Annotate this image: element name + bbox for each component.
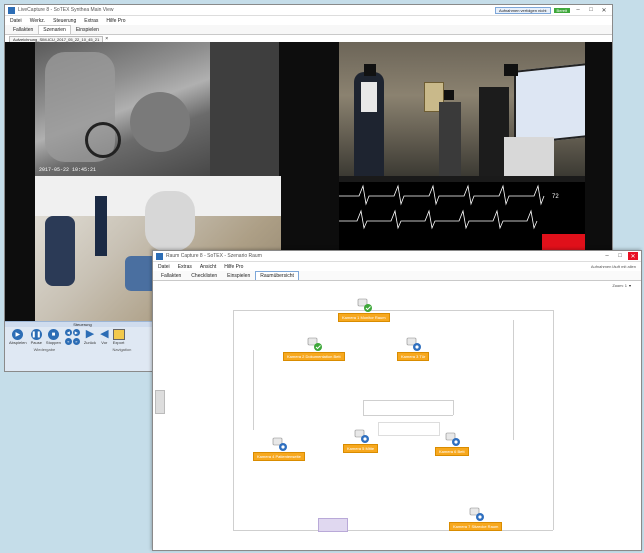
- menu-item[interactable]: Hilfe Pro: [224, 264, 243, 270]
- title-bar: Raum Capture 8 - SoTEX - Szenario Raum –…: [153, 251, 641, 262]
- forward-icon[interactable]: »: [72, 337, 80, 345]
- camera-icon: [406, 337, 422, 351]
- floor-plan[interactable]: Kamera 1 Monitor Raum Kamera 2 Dokumenta…: [153, 290, 641, 550]
- camera-icon: [445, 432, 460, 446]
- maximize-button[interactable]: □: [615, 252, 625, 260]
- camera-icon: [357, 298, 372, 312]
- tab-raumuebersicht[interactable]: Raumübersicht: [255, 271, 299, 280]
- camera-marker[interactable]: Kamera 5 Mitte: [343, 427, 379, 453]
- menu-item[interactable]: Extras: [84, 18, 98, 24]
- tab-fallakten[interactable]: Fallakten: [156, 271, 186, 280]
- title-bar: LiveCapture 8 - SoTEX Synthea Main View …: [5, 5, 612, 16]
- camera-label: Kamera 5 Mitte: [343, 444, 379, 453]
- tab-einspielen[interactable]: Einspielen: [71, 25, 104, 34]
- camera-icon: [469, 507, 484, 521]
- tab-bar: Fallakten Szenarien Einspielen: [5, 25, 612, 35]
- menu-bar: Datei Extras Ansicht Hilfe Pro Aufnahmen…: [153, 262, 641, 271]
- pause-icon: ❚❚: [30, 329, 42, 340]
- close-button[interactable]: ✕: [628, 252, 638, 260]
- status-badge: Bereit: [553, 7, 570, 13]
- camera-marker[interactable]: Kamera 6 Bett: [435, 430, 469, 456]
- play-icon: ▶: [12, 329, 24, 340]
- group-labels: Wiedergabe Navigation: [5, 347, 160, 352]
- camera-view-1[interactable]: 2017-05-22 10:45:21: [35, 42, 279, 176]
- cam1-timestamp: 2017-05-22 10:45:21: [39, 167, 97, 173]
- toolbar-row: Zoom: 1 ▾: [153, 281, 641, 290]
- vital-signs-monitor[interactable]: 72: [339, 176, 585, 251]
- privacy-mask: [444, 90, 454, 100]
- tab-einspielen[interactable]: Einspielen: [222, 271, 255, 280]
- play-control[interactable]: ▶ Abspielen: [9, 329, 27, 345]
- tab-fallakten[interactable]: Fallakten: [8, 25, 38, 34]
- group-label: Wiedergabe: [33, 347, 56, 352]
- rewind-icon[interactable]: «: [64, 337, 72, 345]
- menu-item[interactable]: Steuerung: [53, 18, 76, 24]
- camera-label: Kamera 2 Dokumentation Bett: [283, 352, 345, 361]
- camera-marker[interactable]: Kamera 1 Monitor Raum: [338, 296, 390, 322]
- menu-item[interactable]: Datei: [10, 18, 22, 24]
- forward-arrow-icon: ◀: [100, 328, 109, 340]
- camera-icon: [354, 429, 369, 443]
- status-text: Aufnahmen läuft mit allen: [590, 264, 636, 269]
- camera-marker[interactable]: Kamera 7 Sitzecke Raum: [449, 505, 503, 531]
- floor-fixture: [318, 518, 348, 532]
- tab-szenarien[interactable]: Szenarien: [38, 25, 71, 34]
- alarm-indicator: [542, 234, 585, 251]
- privacy-mask: [504, 64, 518, 76]
- tab-checklisten[interactable]: Checklisten: [186, 271, 222, 280]
- top-action-button[interactable]: Aufnahmen verfolgen nicht: [494, 6, 551, 14]
- export-icon: [112, 329, 125, 340]
- camera-label: Kamera 1 Monitor Raum: [338, 313, 390, 322]
- export-control[interactable]: Export: [112, 329, 125, 345]
- camera-label: Kamera 3 Tür: [397, 352, 430, 361]
- camera-label: Kamera 7 Sitzecke Raum: [449, 522, 503, 531]
- step-forward-icon[interactable]: ▶: [72, 329, 80, 336]
- room-overview-window: Raum Capture 8 - SoTEX - Szenario Raum –…: [152, 250, 642, 551]
- camera-icon: [307, 337, 322, 351]
- group-label: Navigation: [112, 347, 132, 352]
- window-title: Raum Capture 8 - SoTEX - Szenario Raum: [166, 253, 262, 259]
- scroll-handle[interactable]: [155, 390, 165, 414]
- app-icon: [8, 6, 15, 14]
- menu-item[interactable]: Werkz.: [30, 18, 45, 24]
- camera-marker[interactable]: Kamera 4 Patientenseite: [253, 435, 305, 461]
- camera-label: Kamera 4 Patientenseite: [253, 452, 305, 461]
- heart-rate-value: 72: [552, 194, 559, 200]
- close-button[interactable]: ✕: [599, 6, 609, 14]
- menu-item[interactable]: Extras: [178, 264, 192, 270]
- back-arrow-icon: ▶: [85, 328, 95, 340]
- back-control[interactable]: ▶ Zurück: [84, 328, 96, 346]
- menu-item[interactable]: Ansicht: [200, 264, 216, 270]
- stop-control[interactable]: ■ Stoppen: [46, 329, 61, 345]
- privacy-mask: [364, 64, 376, 76]
- menu-bar: Datei Werkz. Steuerung Extras Hilfe Pro: [5, 16, 612, 25]
- controls-row: ▶ Abspielen ❚❚ Pause ■ Stoppen ◀ ▶ « » ▶…: [5, 327, 160, 347]
- stop-icon: ■: [47, 329, 59, 340]
- window-title: LiveCapture 8 - SoTEX Synthea Main View: [18, 7, 114, 13]
- minimize-button[interactable]: –: [573, 6, 583, 14]
- camera-icon: [272, 437, 287, 451]
- next-control[interactable]: ◀ Vor: [100, 328, 109, 346]
- camera-marker[interactable]: Kamera 2 Dokumentation Bett: [283, 335, 345, 361]
- menu-item[interactable]: Hilfe Pro: [106, 18, 125, 24]
- camera-marker[interactable]: Kamera 3 Tür: [397, 335, 430, 361]
- step-back-icon[interactable]: ◀: [64, 329, 72, 336]
- app-icon: [156, 252, 163, 260]
- zoom-select[interactable]: Zoom: 1: [612, 283, 627, 288]
- camera-label: Kamera 6 Bett: [435, 447, 469, 456]
- tab-bar: Fallakten Checklisten Einspielen Raumübe…: [153, 271, 641, 281]
- minimize-button[interactable]: –: [602, 252, 612, 260]
- chevron-down-icon: ▾: [628, 283, 631, 288]
- camera-view-2[interactable]: [339, 42, 585, 176]
- maximize-button[interactable]: □: [586, 6, 596, 14]
- pause-control[interactable]: ❚❚ Pause: [31, 329, 42, 345]
- control-panel: Steuerung ▶ Abspielen ❚❚ Pause ■ Stoppen…: [5, 321, 160, 371]
- menu-item[interactable]: Datei: [158, 264, 170, 270]
- step-controls: ◀ ▶ « »: [64, 329, 80, 345]
